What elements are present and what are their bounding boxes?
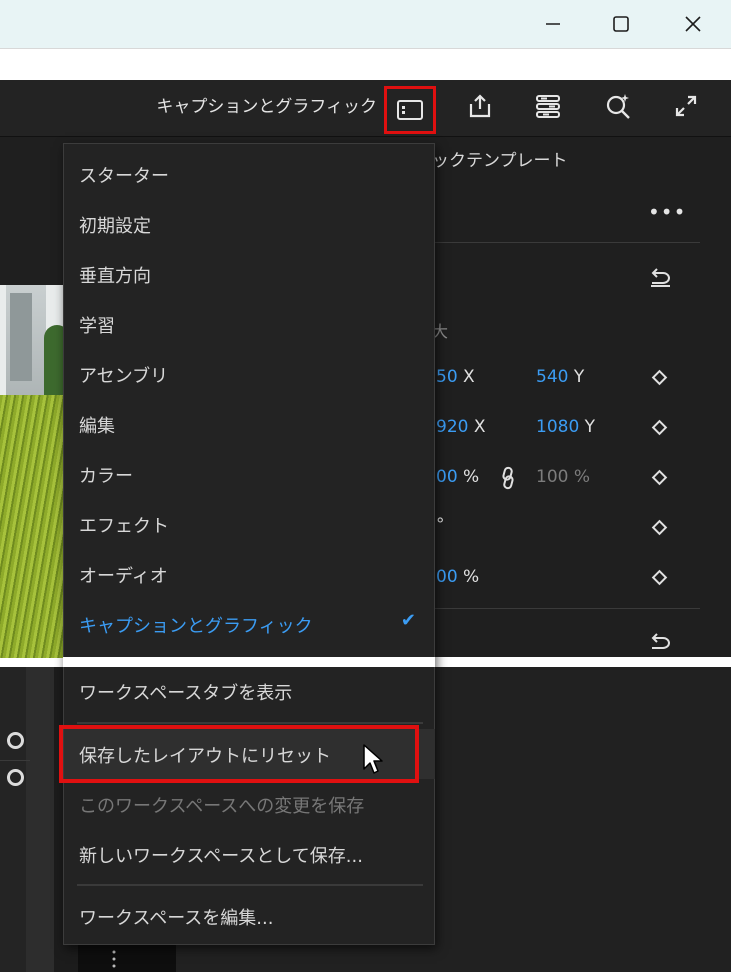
position-x-value[interactable]: 50 X [436,367,475,387]
menu-divider [77,884,423,886]
share-button[interactable] [460,88,500,124]
workspace-name: キャプションとグラフィック [156,97,377,117]
fullscreen-button[interactable] [666,88,706,124]
menu-item-starter[interactable]: スターター [79,162,169,188]
close-window-button[interactable] [660,0,726,48]
menu-item-effects[interactable]: エフェクト [79,512,169,538]
menu-item-save-as-new[interactable]: 新しいワークスペースとして保存... [79,842,363,868]
menu-item-show-workspace-tabs[interactable]: ワークスペースタブを表示 [79,679,292,705]
panels-button[interactable] [528,88,568,124]
minimize-icon [546,23,560,25]
close-icon [685,16,701,32]
maximize-icon [613,16,629,32]
workspace-layout-icon [397,100,423,120]
scale-linked-value[interactable]: 100 % [536,467,590,487]
workspaces-button[interactable] [384,86,436,134]
search-button[interactable] [598,88,638,124]
size-y-value[interactable]: 1080 Y [536,417,595,437]
menu-item-assembly[interactable]: アセンブリ [79,362,168,388]
minimize-button[interactable] [520,0,586,48]
menu-item-vertical[interactable]: 垂直方向 [79,262,151,288]
menu-item-color[interactable]: カラー [79,462,133,488]
search-zoom-icon [606,94,630,119]
menu-item-captions-graphics[interactable]: キャプションとグラフィック [79,612,313,638]
menu-item-save-changes: このワークスペースへの変更を保存 [79,796,365,817]
reset-button[interactable] [648,632,672,652]
track-strip [26,667,54,972]
opacity-value[interactable]: 00 % [436,567,479,587]
address-bar [0,48,731,80]
divider [432,242,700,243]
menu-item-editing[interactable]: 編集 [79,412,115,438]
scale-value[interactable]: 00 % [436,467,479,487]
menu-item-learning[interactable]: 学習 [79,312,115,338]
drag-handle-icon[interactable] [112,948,116,972]
maximize-button[interactable] [588,0,654,48]
reset-icon [651,268,670,287]
more-options-button[interactable]: ••• [648,200,686,224]
menu-item-default[interactable]: 初期設定 [79,212,151,238]
panel-title: ックテンプレート [432,151,568,171]
position-y-value[interactable]: 540 Y [536,367,584,387]
rotation-unit: ° [436,515,445,535]
workspace-menu: スターター 初期設定 垂直方向 学習 アセンブリ 編集 カラー エフェクト オー… [63,143,435,945]
video-preview-image [0,285,70,658]
mouse-cursor-icon [362,743,386,777]
menu-item-audio[interactable]: オーディオ [79,562,168,588]
divider [432,608,700,609]
fullscreen-icon [675,95,697,117]
size-x-value[interactable]: 920 X [436,417,486,437]
track-handle[interactable] [7,769,24,786]
reset-icon [651,633,670,649]
share-export-icon [469,94,491,118]
checkmark-icon: ✔ [400,610,416,631]
menu-divider [77,722,423,724]
track-handle[interactable] [7,732,24,749]
menu-item-edit-workspaces[interactable]: ワークスペースを編集... [79,904,273,930]
link-chain-icon[interactable] [500,466,516,490]
panel-settings-icon [536,95,560,118]
reset-button[interactable] [648,267,672,287]
screenshot-split-band [63,657,435,667]
